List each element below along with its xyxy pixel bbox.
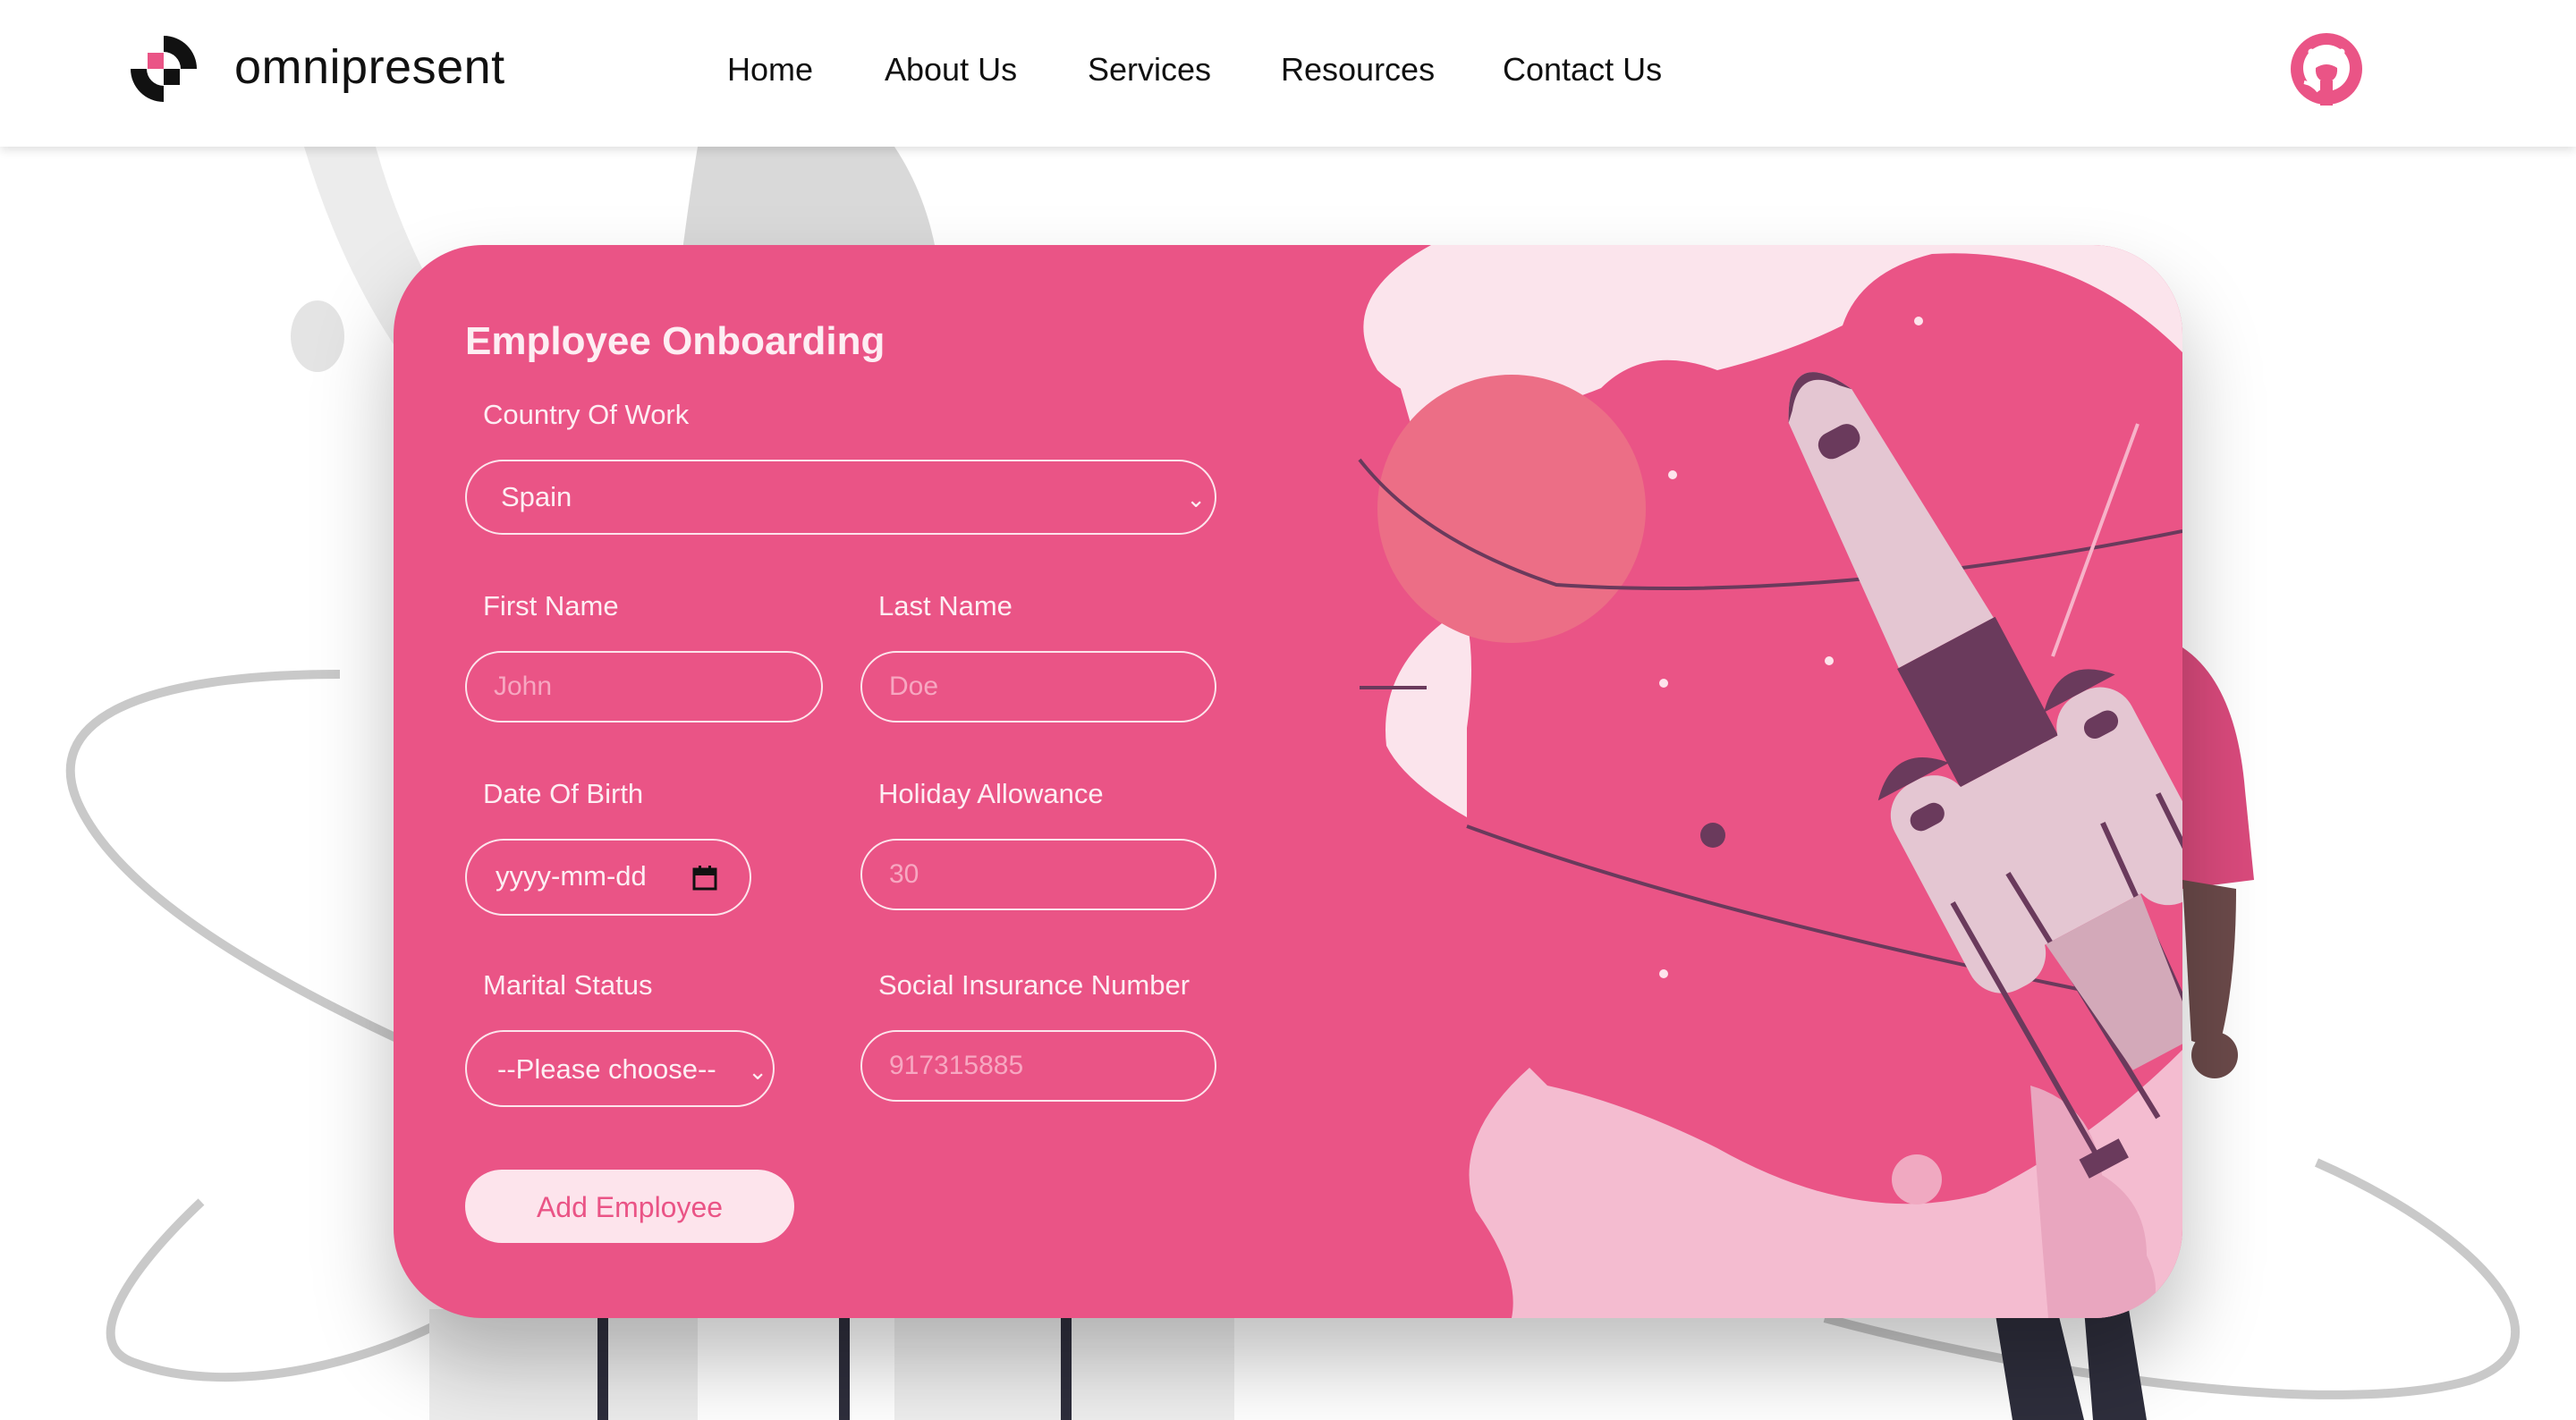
holiday-allowance-label: Holiday Allowance (878, 778, 1104, 809)
form-title: Employee Onboarding (465, 319, 886, 363)
holiday-allowance-input[interactable] (860, 839, 1216, 910)
social-insurance-label: Social Insurance Number (878, 969, 1191, 1001)
nav-resources[interactable]: Resources (1281, 50, 1435, 89)
date-of-birth-label: Date Of Birth (483, 778, 644, 809)
date-of-birth-value: yyyy-mm-dd (496, 860, 647, 892)
country-select-value: Spain (501, 481, 572, 512)
country-label: Country Of Work (483, 399, 690, 430)
onboarding-card: Employee Onboarding Country Of Work Spai… (394, 245, 2182, 1318)
calendar-icon[interactable] (692, 866, 717, 891)
chevron-down-icon: ⌄ (1186, 486, 1206, 512)
marital-status-label: Marital Status (483, 969, 653, 1001)
last-name-input[interactable] (860, 651, 1216, 723)
nav-home[interactable]: Home (727, 50, 813, 89)
social-insurance-number-input[interactable] (860, 1030, 1216, 1102)
nav-contact-us[interactable]: Contact Us (1503, 50, 1662, 89)
omnipresent-logo-icon[interactable] (127, 32, 200, 106)
marital-status-select[interactable]: --Please choose-- ⌄ (465, 1030, 775, 1107)
nav-services[interactable]: Services (1088, 50, 1211, 89)
first-name-label: First Name (483, 590, 619, 621)
country-select[interactable]: Spain ⌄ (465, 460, 1216, 535)
brand-name[interactable]: omnipresent (234, 36, 505, 98)
nav-about-us[interactable]: About Us (885, 50, 1017, 89)
last-name-label: Last Name (878, 590, 1013, 621)
top-navigation-bar: omnipresent Home About Us Services Resou… (0, 0, 2576, 147)
date-of-birth-input[interactable]: yyyy-mm-dd (465, 839, 751, 916)
first-name-input[interactable] (465, 651, 823, 723)
marital-status-value: --Please choose-- (497, 1053, 716, 1085)
github-icon[interactable] (2290, 32, 2363, 106)
chevron-down-icon: ⌄ (748, 1058, 767, 1085)
add-employee-button[interactable]: Add Employee (465, 1170, 794, 1243)
